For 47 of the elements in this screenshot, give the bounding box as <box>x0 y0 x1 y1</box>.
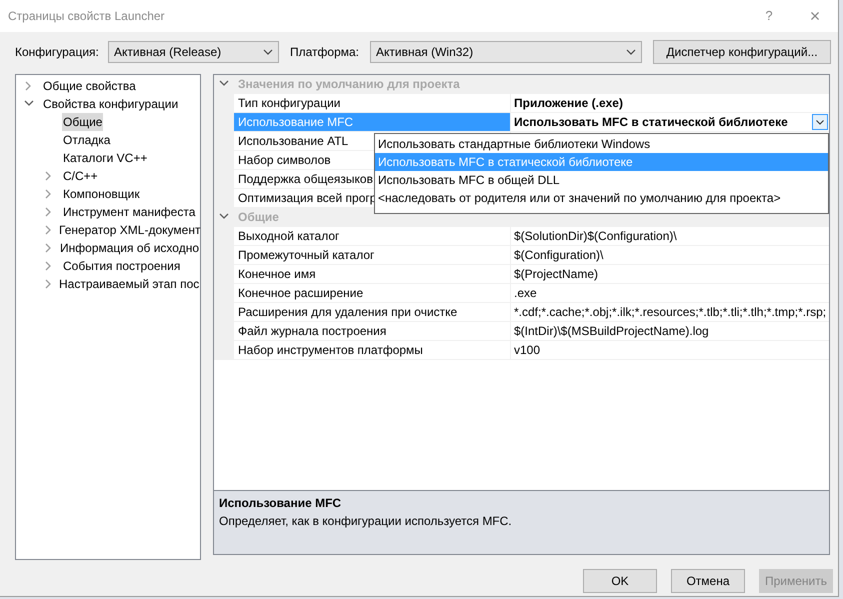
property-name[interactable]: Выходной каталог <box>234 227 511 246</box>
property-name[interactable]: Расширения для удаления при очистке <box>234 303 511 322</box>
description-title: Использование MFC <box>219 495 342 512</box>
tree-item[interactable]: Генератор XML-документ <box>58 221 202 239</box>
property-name[interactable]: Тип конфигурации <box>234 94 511 113</box>
property-name[interactable]: Набор инструментов платформы <box>234 341 511 360</box>
dropdown-button[interactable] <box>812 114 828 130</box>
property-value[interactable]: v100 <box>511 341 829 359</box>
configuration-manager-button[interactable]: Диспетчер конфигураций... <box>653 40 831 64</box>
close-button[interactable]: × <box>792 0 838 32</box>
tree-item[interactable]: Компоновщик <box>62 185 141 203</box>
tree-item[interactable]: Отладка <box>62 131 112 149</box>
platform-label: Платформа: <box>290 44 360 61</box>
property-value[interactable]: *.cdf;*.cache;*.obj;*.ilk;*.resources;*.tlb;*.tli;*.tlh;*.tmp;*.rsp; <box>511 303 829 321</box>
property-value[interactable]: $(SolutionDir)$(Configuration)\ <box>511 227 829 245</box>
category-header: Значения по умолчанию для проекта <box>238 76 460 93</box>
property-value[interactable]: $(Configuration)\ <box>511 246 829 264</box>
property-name[interactable]: Конечное расширение <box>234 284 511 303</box>
tree-item[interactable]: Общие <box>62 113 104 131</box>
category-header: Общие <box>238 209 279 226</box>
property-value[interactable]: $(IntDir)\$(MSBuildProjectName).log <box>511 322 829 340</box>
tree-item[interactable]: Инструмент манифеста <box>62 203 196 221</box>
configuration-label: Конфигурация: <box>15 44 100 61</box>
chevron-down-icon <box>816 120 824 124</box>
dialog-button[interactable]: OK <box>583 569 657 593</box>
configuration-dropdown[interactable]: Активная (Release) <box>108 41 279 63</box>
chevron-down-icon <box>626 49 636 55</box>
dialog-button[interactable]: Отмена <box>671 569 745 593</box>
tree-item[interactable]: Свойства конфигурации <box>42 95 180 113</box>
description-text: Определяет, как в конфигурации используется MFC. <box>219 513 513 530</box>
tree-item[interactable]: Настраиваемый этап пос <box>58 275 200 293</box>
property-value[interactable]: Приложение (.exe) <box>511 94 829 112</box>
property-value[interactable]: .exe <box>511 284 829 302</box>
tree-item[interactable]: C/C++ <box>62 167 99 185</box>
row-gutter <box>214 341 234 360</box>
tree-item[interactable]: Общие свойства <box>42 77 137 95</box>
property-value[interactable]: $(ProjectName) <box>511 265 829 283</box>
chevron-down-icon <box>263 49 273 55</box>
window-title: Страницы свойств Launcher <box>8 8 165 25</box>
platform-dropdown[interactable]: Активная (Win32) <box>370 41 642 63</box>
property-name[interactable]: Промежуточный каталог <box>234 246 511 265</box>
property-value[interactable]: Использовать MFC в статической библиотеке <box>511 113 812 131</box>
tree-item[interactable]: События построения <box>62 257 182 275</box>
property-name[interactable]: Конечное имя <box>234 265 511 284</box>
tree-item[interactable]: Каталоги VC++ <box>62 149 148 167</box>
property-name[interactable]: Файл журнала построения <box>234 322 511 341</box>
tree-item[interactable]: Информация об исходно <box>59 239 200 257</box>
